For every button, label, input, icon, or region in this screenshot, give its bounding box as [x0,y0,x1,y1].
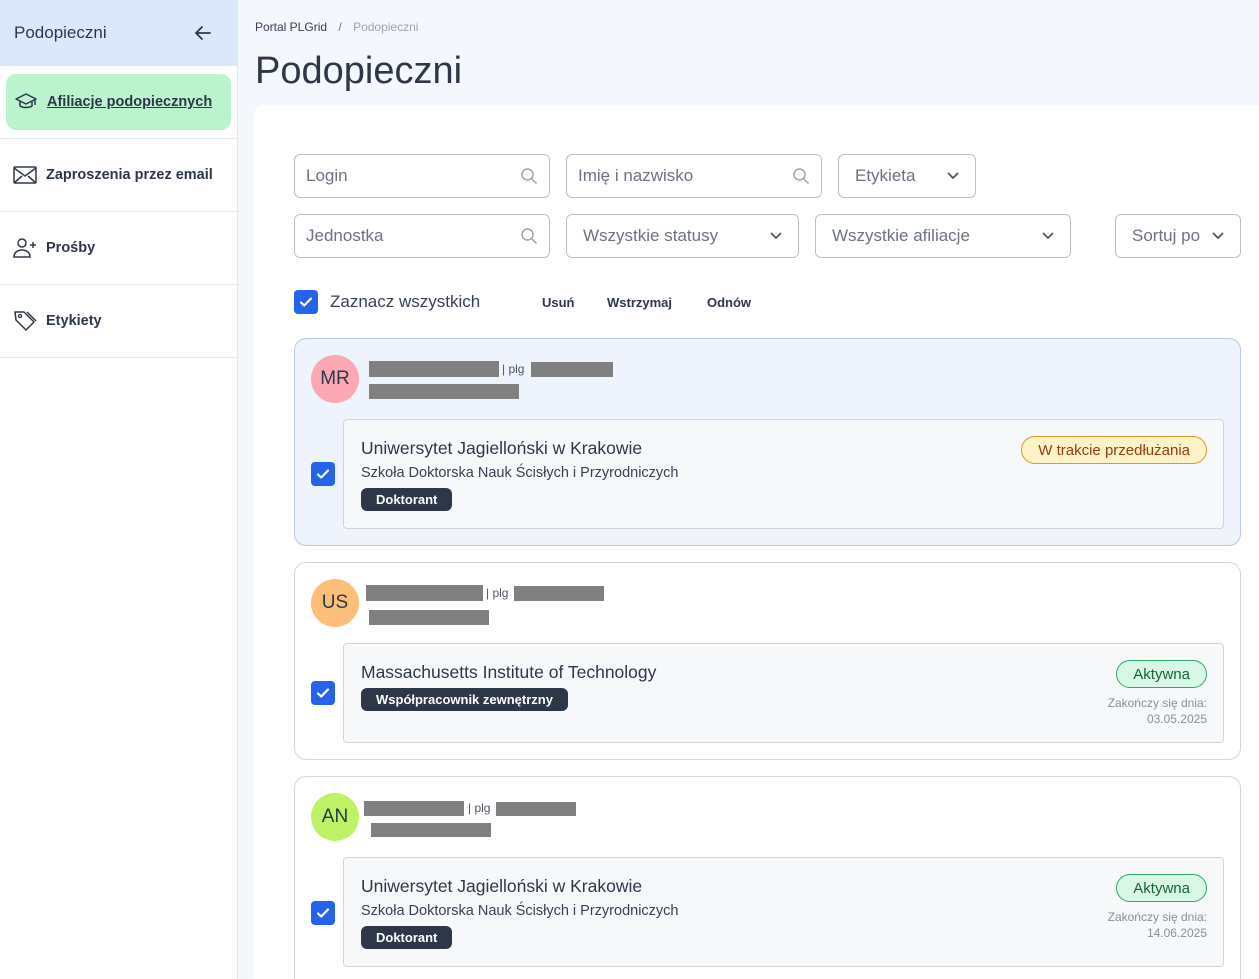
login-search-input[interactable]: Login [294,154,550,198]
status-select-value: Wszystkie statusy [583,226,719,245]
login-placeholder: Login [306,166,348,185]
ward-card: MR | plg Uniwersytet Jagielloński w Krak… [294,338,1241,546]
graduation-cap-icon [13,89,39,115]
breadcrumb-separator: / [338,20,342,34]
row-checkbox[interactable] [311,681,335,705]
breadcrumb-root[interactable]: Portal PLGrid [255,20,327,34]
sidebar-item-affiliations[interactable]: Afiliacje podopiecznych [0,66,237,139]
sidebar-item-requests[interactable]: Prośby [0,212,237,285]
redacted-name [366,585,483,601]
tags-icon [12,308,38,334]
sidebar-item-label: Prośby [46,240,96,256]
end-date-value: 03.05.2025 [1146,712,1207,726]
plg-login-prefix: | plg [468,801,491,815]
chevron-down-icon [1038,226,1058,246]
breadcrumb: Portal PLGrid / Podopieczni [255,20,418,34]
sidebar-header: Podopieczni [0,0,237,66]
renew-button[interactable]: Odnów [707,295,751,310]
label-select-value: Etykieta [855,166,916,185]
sidebar-item-email-invitations[interactable]: Zaproszenia przez email [0,139,237,212]
chevron-down-icon [766,226,786,246]
end-date-value: 14.06.2025 [1146,926,1207,940]
affiliation-box: Uniwersytet Jagielloński w Krakowie Szko… [343,419,1224,529]
row-checkbox[interactable] [311,901,335,925]
institution-name: Massachusetts Institute of Technology [361,662,657,682]
select-all: Zaznacz wszystkich [294,290,480,314]
chevron-down-icon [1208,226,1228,246]
redacted-email [369,610,489,625]
plg-login-prefix: | plg [502,362,525,376]
sort-select[interactable]: Sortuj po [1115,214,1241,258]
select-all-label: Zaznacz wszystkich [330,292,481,311]
affiliation-box: Uniwersytet Jagielloński w Krakowie Szko… [343,857,1224,967]
search-icon [791,166,811,186]
end-date-info: Zakończy się dnia: 14.06.2025 [1108,909,1207,941]
redacted-email [371,823,491,837]
affiliation-select-value: Wszystkie afiliacje [832,226,970,245]
user-plus-icon [12,235,38,261]
envelope-icon [12,162,38,188]
redacted-login [496,802,576,816]
sidebar-item-affiliations-pill[interactable]: Afiliacje podopiecznych [6,74,231,130]
affiliation-box: Massachusetts Institute of Technology Ws… [343,643,1224,743]
chevron-down-icon [943,166,963,186]
select-all-checkbox[interactable] [294,290,318,314]
sidebar-item-label: Etykiety [46,313,102,329]
search-icon [519,166,539,186]
sidebar-title: Podopieczni [14,23,107,42]
unit-placeholder: Jednostka [306,226,384,245]
unit-search-input[interactable]: Jednostka [294,214,550,258]
affiliation-select[interactable]: Wszystkie afiliacje [815,214,1071,258]
role-badge: Współpracownik zewnętrzny [361,688,568,711]
breadcrumb-current: Podopieczni [353,20,419,34]
redacted-name [364,801,464,816]
sidebar-item-label: Afiliacje podopiecznych [47,94,213,110]
end-date-info: Zakończy się dnia: 03.05.2025 [1108,695,1207,727]
delete-button[interactable]: Usuń [542,295,575,310]
status-badge: Aktywna [1116,874,1207,902]
redacted-login [514,586,604,601]
role-badge: Doktorant [361,488,453,511]
sidebar-item-labels[interactable]: Etykiety [0,285,237,358]
ward-card: AN | plg Uniwersytet Jagielloński w Krak… [294,776,1241,979]
name-search-input[interactable]: Imię i nazwisko [566,154,822,198]
arrow-left-icon[interactable] [191,21,215,45]
suspend-button[interactable]: Wstrzymaj [607,295,672,310]
status-select[interactable]: Wszystkie statusy [566,214,799,258]
ward-card: US | plg Massachusetts Institute of Tech… [294,562,1241,760]
institution-name: Uniwersytet Jagielloński w Krakowie [361,876,643,896]
institution-name: Uniwersytet Jagielloński w Krakowie [361,438,643,458]
end-date-label: Zakończy się dnia: [1107,696,1207,710]
sidebar-item-label: Zaproszenia przez email [46,167,213,183]
avatar: MR [311,355,359,403]
page-title: Podopieczni [255,50,463,92]
avatar: AN [311,793,359,841]
name-placeholder: Imię i nazwisko [578,166,694,185]
redacted-login [531,362,613,377]
sidebar: Podopieczni Afiliacje podopiecznych Zapr… [0,0,238,979]
unit-name: Szkoła Doktorska Nauk Ścisłych i Przyrod… [361,465,679,481]
label-select[interactable]: Etykieta [838,154,976,198]
row-checkbox[interactable] [311,462,335,486]
redacted-name [369,361,499,377]
plg-login-prefix: | plg [486,586,509,600]
sort-select-value: Sortuj po [1132,226,1201,245]
end-date-label: Zakończy się dnia: [1107,910,1207,924]
status-badge: Aktywna [1116,660,1207,688]
status-badge: W trakcie przedłużania [1021,436,1207,464]
search-icon [519,226,539,246]
unit-name: Szkoła Doktorska Nauk Ścisłych i Przyrod… [361,903,679,919]
redacted-email [369,384,519,399]
avatar: US [311,579,359,627]
role-badge: Doktorant [361,926,453,949]
